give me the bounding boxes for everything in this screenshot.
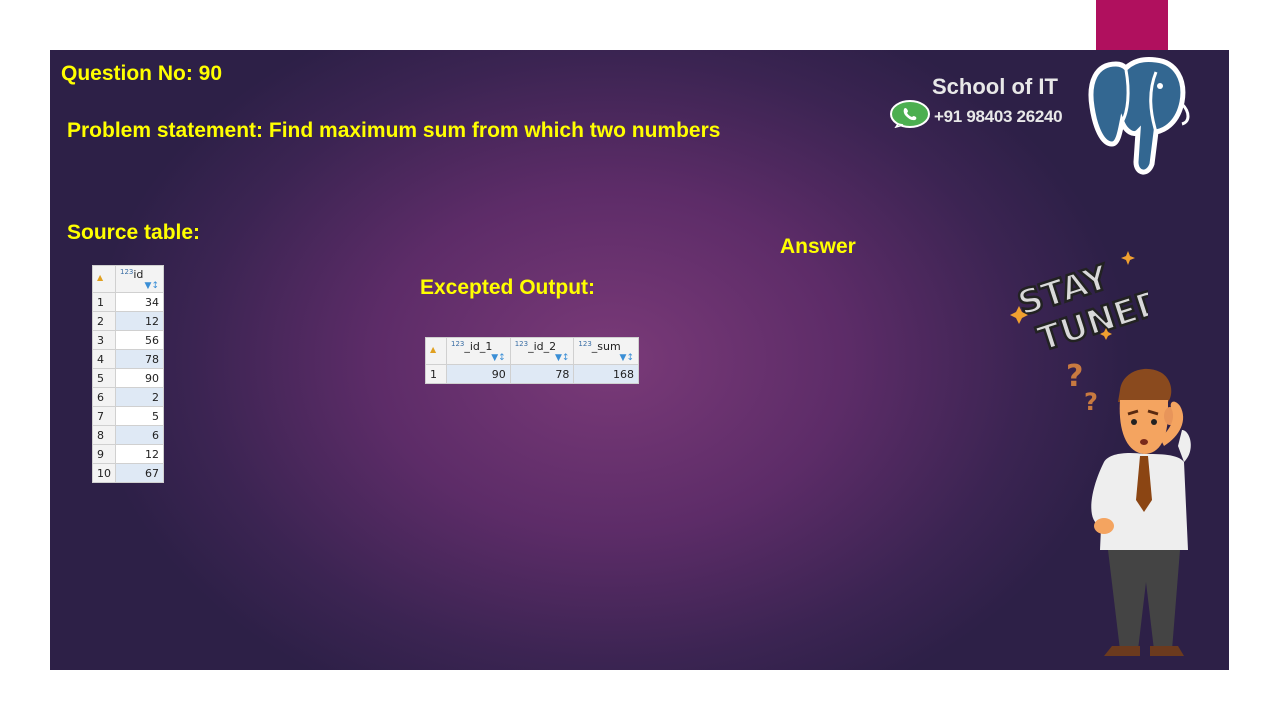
table-row: 62 (92, 387, 164, 407)
table-row: 4 78 (92, 349, 164, 369)
row-number-header: ▲ (92, 265, 116, 293)
cell-id[interactable]: 56 (115, 330, 164, 350)
cell-sum[interactable]: 168 (573, 364, 639, 384)
table-row: 1 34 (92, 292, 164, 312)
row-number: 10 (92, 463, 116, 483)
svg-text:?: ? (1084, 388, 1098, 416)
cell-id[interactable]: 6 (115, 425, 164, 445)
filter-sort-icon[interactable]: ▼↕ (555, 353, 569, 363)
numeric-type-badge: 123 (451, 339, 465, 348)
source-table-label: Source table: (67, 221, 201, 244)
table-row: 75 (92, 406, 164, 426)
row-number: 3 (92, 330, 116, 350)
table-row: 5 90 (92, 368, 164, 388)
row-number: 1 (92, 292, 116, 312)
cell-id[interactable]: 5 (115, 406, 164, 426)
row-number: 8 (92, 425, 116, 445)
cell-id[interactable]: 2 (115, 387, 164, 407)
cell-id[interactable]: 12 (115, 444, 164, 464)
column-header-label: _id_1 (464, 339, 493, 353)
row-number: 2 (92, 311, 116, 331)
table-row: 1 90 78 168 (425, 364, 639, 384)
column-header-id-1[interactable]: 123_id_1 ▼↕ (446, 337, 511, 365)
column-header-id-2[interactable]: 123_id_2 ▼↕ (509, 337, 575, 365)
row-number: 5 (92, 368, 116, 388)
filter-sort-icon[interactable]: ▼↕ (491, 353, 505, 363)
contact-row: +91 98403 26240 (890, 100, 1063, 133)
table-row: 86 (92, 425, 164, 445)
cell-id-1[interactable]: 90 (446, 364, 511, 384)
postgresql-elephant-icon (1086, 52, 1196, 185)
cell-id-2[interactable]: 78 (509, 364, 575, 384)
table-corner-icon: ▲ (430, 344, 437, 354)
whatsapp-icon (890, 100, 930, 133)
row-number: 6 (92, 387, 116, 407)
cell-id[interactable]: 67 (115, 463, 164, 483)
row-number: 1 (425, 364, 447, 384)
cell-id[interactable]: 34 (115, 292, 164, 312)
numeric-type-badge: 123 (578, 339, 592, 348)
numeric-type-badge: 123 (120, 267, 134, 276)
cell-id[interactable]: 78 (115, 349, 164, 369)
svg-text:?: ? (1066, 359, 1083, 394)
filter-sort-icon[interactable]: ▼↕ (620, 353, 634, 363)
source-table: ▲ 123id ▼↕ 1 34 2 12 3 56 4 78 5 90 62 75 86 9… (92, 265, 164, 483)
row-number: 9 (92, 444, 116, 464)
problem-statement: Problem statement: Find maximum sum from… (67, 119, 721, 142)
filter-sort-icon[interactable]: ▼↕ (145, 281, 159, 291)
expected-output-label: Excepted Output: (420, 276, 596, 299)
table-row: 2 12 (92, 311, 164, 331)
slide: Question No: 90 Problem statement: Find … (50, 50, 1229, 670)
answer-label: Answer (780, 235, 856, 258)
numeric-type-badge: 123 (514, 339, 529, 348)
column-header-sum[interactable]: 123_sum ▼↕ (573, 337, 639, 365)
column-header-label: _id_2 (528, 339, 557, 353)
table-row: 10 67 (92, 463, 164, 483)
stay-tuned-graphic: STAY TUNED (1008, 250, 1171, 365)
table-row: 9 12 (92, 444, 164, 464)
column-header-label: id (133, 267, 144, 281)
table-row: 3 56 (92, 330, 164, 350)
school-name: School of IT (932, 74, 1058, 99)
row-number: 4 (92, 349, 116, 369)
table-corner-icon: ▲ (97, 272, 104, 282)
phone-number: +91 98403 26240 (934, 106, 1063, 126)
question-title: Question No: 90 (61, 62, 223, 85)
row-number-header: ▲ (425, 337, 447, 365)
confused-man-illustration: ? ? (1060, 350, 1220, 665)
row-number: 7 (92, 406, 116, 426)
expected-output-table: ▲ 123_id_1 ▼↕ 123_id_2 ▼↕ 123_sum ▼↕ 1 90 7… (425, 337, 639, 384)
column-header-id[interactable]: 123id ▼↕ (115, 265, 164, 293)
cell-id[interactable]: 90 (115, 368, 164, 388)
cell-id[interactable]: 12 (115, 311, 164, 331)
column-header-label: _sum (591, 339, 621, 353)
